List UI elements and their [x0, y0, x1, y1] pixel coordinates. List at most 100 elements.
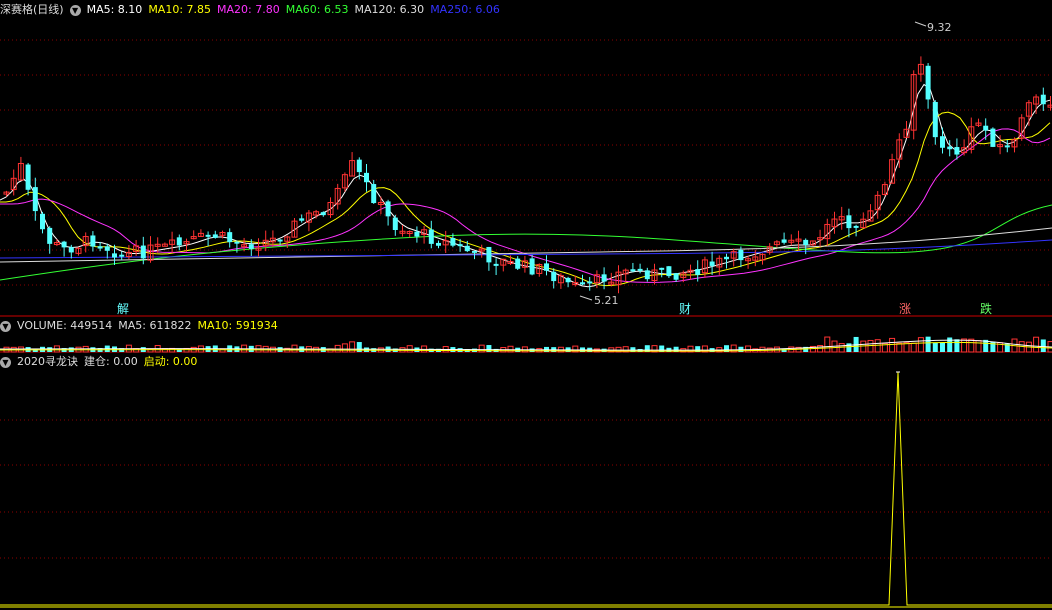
volume-bar [917, 337, 924, 353]
candle-body [90, 235, 96, 247]
candle-body [644, 270, 650, 280]
indicator-qidong: 启动: 0.00 [143, 355, 198, 368]
candle-body [61, 241, 67, 248]
candle-body [601, 274, 607, 282]
candle-body [47, 227, 53, 244]
candle-body [565, 277, 571, 283]
candle-body [320, 212, 326, 216]
marker-cai[interactable]: 财 [679, 300, 691, 317]
volume-bar [932, 342, 938, 352]
indicator-header: ▼ 2020寻龙诀 建仓: 0.00 启动: 0.00 [0, 354, 203, 370]
candle-body [176, 237, 182, 246]
candle-body [940, 136, 945, 148]
indicator-lines [0, 371, 1052, 606]
candle-body [673, 273, 679, 280]
candle-body [248, 244, 254, 249]
candle-body [436, 242, 441, 246]
volume-ma5: MA5: 611822 [118, 319, 192, 332]
candle-body [227, 232, 233, 243]
volume-bar [954, 339, 960, 352]
volume-value: VOLUME: 449514 [17, 319, 113, 332]
volume-bar [1040, 339, 1046, 352]
candle-body [119, 254, 125, 257]
candle-body [112, 253, 117, 258]
candle-body [990, 128, 996, 147]
candle-body [299, 218, 305, 221]
volume-bar [968, 338, 975, 353]
candle-body [486, 246, 492, 263]
marker-zhang[interactable]: 涨 [899, 300, 911, 317]
candle-body [450, 237, 456, 246]
low-arrow [579, 295, 593, 301]
indicator-jiancang-line [0, 371, 1052, 606]
moving-average-lines [0, 83, 1052, 288]
candle-body [932, 102, 938, 138]
candle-body [925, 65, 931, 100]
candle-body [212, 234, 218, 238]
candle-body [587, 281, 593, 284]
candle-body [637, 268, 643, 271]
candle-body [68, 247, 74, 253]
candle-body [104, 246, 110, 251]
volume-bar [838, 343, 845, 353]
high-arrow [914, 21, 927, 27]
candle-body [97, 246, 103, 249]
volume-bar [874, 339, 881, 353]
candle-body [853, 225, 859, 228]
candle-body [392, 217, 398, 230]
indicator-jiancang: 建仓: 0.00 [84, 355, 138, 368]
volume-ma10: MA10: 591934 [197, 319, 278, 332]
volume-bar [341, 343, 348, 353]
candle-body [457, 244, 463, 247]
candle-body [781, 239, 787, 243]
kline-chart-canvas[interactable]: 9.32 5.21 [0, 0, 1052, 610]
candle-body [414, 231, 420, 237]
candle-body [544, 263, 549, 271]
candle-body [32, 187, 38, 212]
indicator-name[interactable]: 2020寻龙诀 [17, 354, 78, 370]
marker-die[interactable]: 跌 [980, 300, 992, 317]
candle-body [630, 269, 636, 272]
candle-body [515, 258, 521, 269]
candle-body [954, 147, 960, 155]
volume-bar [910, 342, 917, 353]
candle-body [25, 164, 31, 190]
candle-body [803, 239, 809, 246]
marker-jie[interactable]: 解 [117, 300, 129, 317]
candle-body [983, 125, 989, 131]
candle-body [551, 271, 557, 282]
candle-body [659, 267, 665, 270]
collapse-volume-icon[interactable]: ▼ [0, 320, 11, 332]
volume-bar [940, 342, 945, 352]
candle-body [356, 159, 362, 173]
candle-body [666, 266, 672, 277]
candle-body [371, 184, 377, 204]
high-price-label: 9.32 [927, 21, 952, 34]
volume-bar [846, 343, 852, 352]
candle-body [277, 239, 283, 242]
candle-body [428, 229, 434, 244]
candle-body [1004, 145, 1010, 148]
candle-body [846, 215, 852, 229]
volume-bars [0, 336, 1052, 353]
volume-bar [824, 336, 831, 353]
collapse-indicator-icon[interactable]: ▼ [0, 356, 11, 368]
candle-body [493, 263, 499, 266]
volume-bar [867, 339, 874, 353]
candle-body [385, 201, 391, 217]
candle-body [738, 249, 744, 261]
candle-body [580, 282, 585, 285]
volume-bar [961, 338, 968, 353]
volume-header: ▼ VOLUME: 449514 MA5: 611822 MA10: 59193… [0, 318, 284, 334]
candle-body [1040, 94, 1046, 105]
candle-body [529, 258, 535, 275]
candle-body [40, 213, 45, 230]
price-annotations: 9.32 5.21 [579, 21, 952, 307]
candle-body [464, 245, 470, 252]
candle-body [234, 241, 240, 244]
candle-body [947, 146, 953, 150]
candle-body [140, 245, 146, 259]
candle-body [695, 269, 701, 275]
candle-body [364, 172, 369, 183]
volume-bar [925, 336, 931, 352]
